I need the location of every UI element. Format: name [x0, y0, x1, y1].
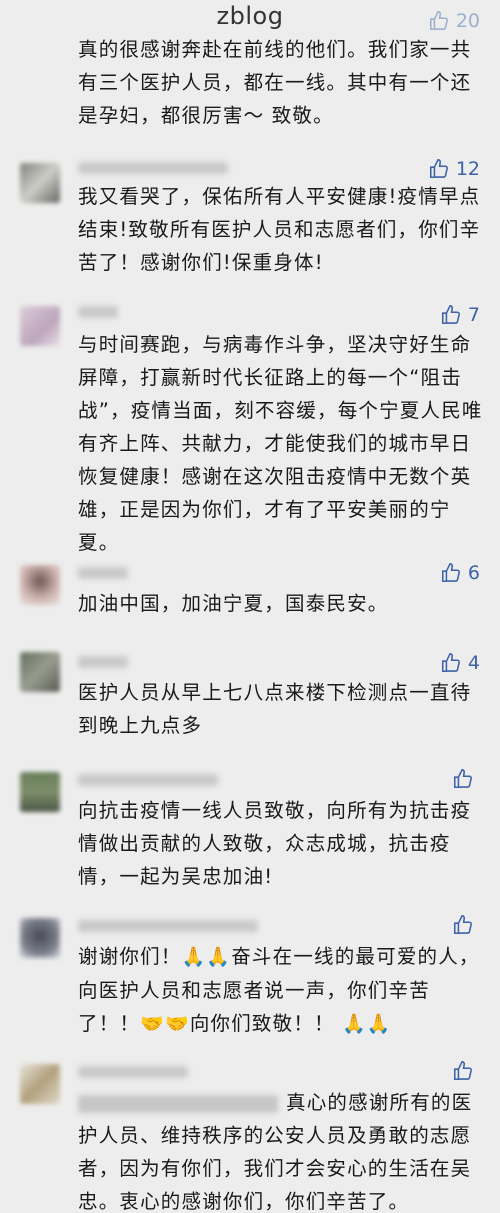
- thumbs-up-icon: [453, 1061, 472, 1081]
- avatar[interactable]: [20, 1064, 60, 1104]
- comment-text-part: 谢谢你们！: [78, 945, 182, 968]
- nickname-blurred: [78, 774, 218, 786]
- nickname-blurred: [78, 920, 258, 932]
- like-count: 7: [467, 304, 480, 326]
- avatar[interactable]: [20, 652, 60, 692]
- avatar[interactable]: [20, 163, 60, 203]
- praying-hands-icon: 🙏🙏: [181, 946, 232, 968]
- thumbs-up-icon: [429, 159, 448, 179]
- nickname-blurred: [78, 1066, 188, 1078]
- comment-text: 加油中国，加油宁夏，国泰民安。: [78, 592, 389, 615]
- thumbs-up-icon: [453, 915, 472, 935]
- like-count: 12: [455, 158, 480, 180]
- comment-text: 真心的感谢所有的医护人员、维持秩序的公安人员及勇敢的志愿者，因为有你们，我们才会…: [78, 1086, 486, 1213]
- like-count: 20: [455, 10, 480, 32]
- like-count: 4: [467, 652, 480, 674]
- praying-hands-icon: 🙏🙏: [334, 1013, 392, 1035]
- watermark-text: zblog: [216, 2, 284, 30]
- comment-text: 我又看哭了，保佑所有人平安健康!疫情早点结束!致敬所有医护人员和志愿者们，你们辛…: [78, 185, 481, 274]
- handshake-icon: 🤝🤝: [140, 1013, 190, 1035]
- like-button[interactable]: 12: [428, 158, 480, 180]
- comment-text: 与时间赛跑，与病毒作斗争，坚决守好生命屏障，打赢新时代长征路上的每一个“阻击战”…: [78, 333, 483, 554]
- nickname-blurred: [78, 162, 228, 174]
- comment-text: 真的很感谢奔赴在前线的他们。我们家一共有三个医护人员，都在一线。其中有一个还是孕…: [78, 38, 472, 127]
- thumbs-up-icon: [429, 11, 448, 31]
- avatar[interactable]: [20, 306, 60, 346]
- comment-text: 医护人员从早上七八点来楼下检测点一直待到晚上九点多: [78, 681, 472, 737]
- like-button[interactable]: 20: [428, 10, 480, 32]
- comment-text: 向抗击疫情一线人员致敬，向所有为抗击疫情做出贡献的人致敬，众志成城，抗击疫情，一…: [78, 799, 472, 888]
- thumbs-up-icon: [441, 305, 460, 325]
- like-button[interactable]: [452, 1060, 480, 1082]
- avatar[interactable]: [20, 565, 60, 605]
- like-button[interactable]: 4: [440, 652, 480, 674]
- like-button[interactable]: [452, 768, 480, 790]
- comment-text: 谢谢你们！🙏🙏奋斗在一线的最可爱的人，向医护人员和志愿者说一声，你们辛苦了！！🤝…: [78, 940, 486, 1041]
- like-count: 6: [467, 562, 480, 584]
- thumbs-up-icon: [441, 563, 460, 583]
- thumbs-up-icon: [453, 769, 472, 789]
- blurred-mention: [78, 1094, 278, 1113]
- nickname-blurred: [78, 306, 118, 318]
- avatar[interactable]: [20, 918, 60, 958]
- like-button[interactable]: 7: [440, 304, 480, 326]
- nickname-blurred: [78, 656, 128, 668]
- comment-text-part: 向你们致敬！！: [189, 1012, 335, 1035]
- nickname-blurred: [78, 567, 128, 579]
- like-button[interactable]: 6: [440, 562, 480, 584]
- like-button[interactable]: [452, 914, 480, 936]
- avatar[interactable]: [20, 772, 60, 812]
- thumbs-up-icon: [441, 653, 460, 673]
